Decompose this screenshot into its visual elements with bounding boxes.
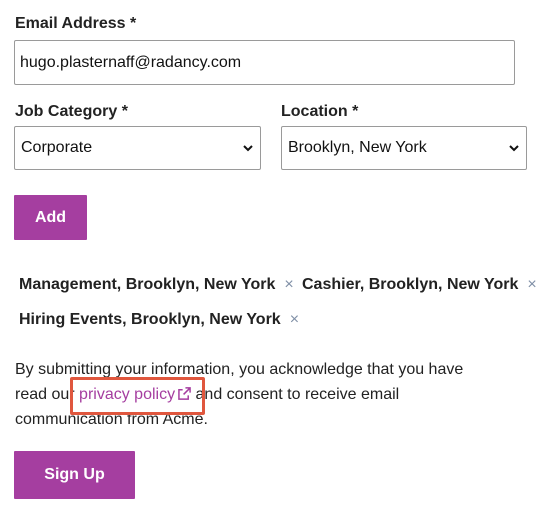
chevron-down-icon <box>509 145 519 152</box>
email-field[interactable]: hugo.plasternaff@radancy.com <box>14 40 515 85</box>
email-label: Email Address * <box>15 15 137 32</box>
privacy-policy-label: privacy policy <box>79 386 176 403</box>
email-value: hugo.plasternaff@radancy.com <box>20 53 242 71</box>
job-category-label: Job Category * <box>15 103 128 120</box>
location-select[interactable]: Brooklyn, New York <box>281 126 527 170</box>
chevron-down-icon <box>243 145 253 152</box>
add-button[interactable]: Add <box>14 195 87 240</box>
chip-label: Cashier, Brooklyn, New York <box>302 276 519 293</box>
consent-line-2-suffix: and consent to receive email <box>195 386 400 403</box>
close-icon[interactable]: × <box>527 276 536 294</box>
selection-chip: Cashier, Brooklyn, New York × <box>302 276 537 294</box>
location-label: Location * <box>281 103 359 120</box>
chip-label: Hiring Events, Brooklyn, New York <box>19 311 281 328</box>
close-icon[interactable]: × <box>290 311 299 329</box>
sign-up-button[interactable]: Sign Up <box>14 451 135 499</box>
selection-chip: Management, Brooklyn, New York × <box>19 276 294 294</box>
job-category-value: Corporate <box>21 139 93 156</box>
consent-text: By submitting your information, you ackn… <box>15 357 525 432</box>
job-category-select[interactable]: Corporate <box>14 126 261 170</box>
chip-label: Management, Brooklyn, New York <box>19 276 276 293</box>
external-link-icon <box>178 387 191 400</box>
consent-line-1: By submitting your information, you ackn… <box>15 361 464 378</box>
consent-line-2-prefix: read our <box>15 386 75 403</box>
consent-line-3: communication from Acme. <box>15 411 208 428</box>
consent-line-2: read our privacy policy and consent to r… <box>15 382 525 407</box>
close-icon[interactable]: × <box>284 276 293 294</box>
selection-chip: Hiring Events, Brooklyn, New York × <box>19 311 299 329</box>
location-value: Brooklyn, New York <box>288 139 427 156</box>
privacy-policy-link[interactable]: privacy policy <box>79 382 191 407</box>
